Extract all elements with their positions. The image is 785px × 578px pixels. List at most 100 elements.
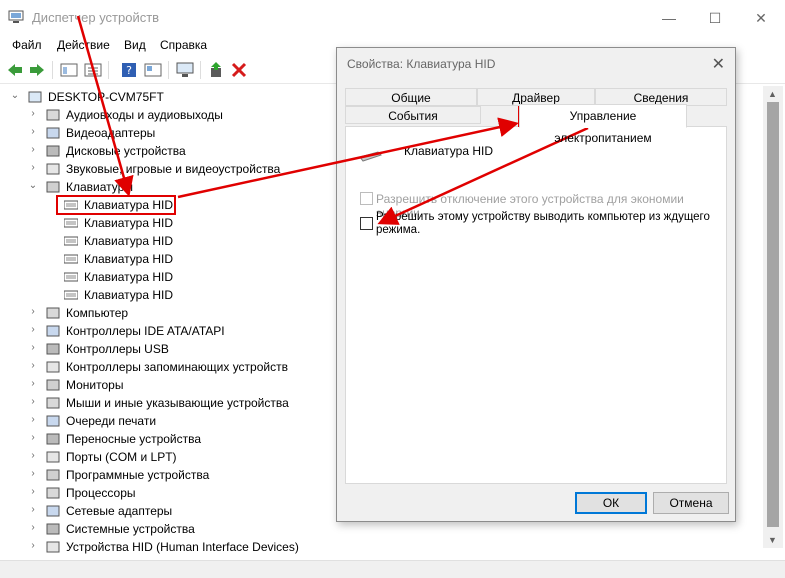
tab-general[interactable]: Общие	[345, 88, 477, 106]
device-manager-icon	[8, 10, 24, 23]
device-category-icon	[46, 343, 60, 355]
tree-item-label: Звуковые, игровые и видеоустройства	[66, 162, 281, 176]
tree-item-label: Дисковые устройства	[66, 144, 186, 158]
properties-view-icon[interactable]	[60, 62, 78, 78]
tree-item-label: Клавиатура HID	[84, 216, 173, 230]
list-view-icon[interactable]	[84, 62, 102, 78]
device-category-icon	[46, 523, 60, 535]
keyboard-icon	[64, 254, 78, 264]
ok-button[interactable]: ОК	[575, 492, 647, 514]
keyboard-icon	[64, 218, 78, 228]
tree-item-label: Программные устройства	[66, 468, 210, 482]
close-button[interactable]: ✕	[738, 0, 784, 36]
expand-chevron-icon[interactable]: ›	[28, 486, 38, 498]
expand-chevron-icon[interactable]: ›	[28, 378, 38, 390]
properties-dialog: Свойства: Клавиатура HID ✕ Общие Драйвер…	[336, 47, 736, 522]
expand-chevron-icon[interactable]: ›	[28, 522, 38, 534]
uninstall-device-icon[interactable]	[230, 62, 248, 78]
expand-chevron-icon[interactable]: ›	[28, 126, 38, 138]
tree-item-label: Клавиатура HID	[84, 198, 173, 212]
maximize-button[interactable]: ☐	[692, 0, 738, 36]
keyboard-icon	[64, 272, 78, 282]
scroll-down-arrow-icon[interactable]: ▼	[768, 535, 777, 545]
menu-view[interactable]: Вид	[124, 38, 146, 52]
device-category-icon	[46, 379, 60, 391]
tree-item-label: Порты (COM и LPT)	[66, 450, 177, 464]
tree-item-label: Клавиатура HID	[84, 270, 173, 284]
svg-text:?: ?	[126, 64, 132, 77]
expand-chevron-icon[interactable]: ›	[28, 324, 38, 336]
tab-events[interactable]: События	[345, 106, 481, 124]
expand-chevron-icon[interactable]: ›	[28, 108, 38, 120]
horizontal-scrollbar[interactable]	[0, 560, 785, 578]
device-category-icon	[46, 541, 60, 553]
scroll-up-arrow-icon[interactable]: ▲	[768, 89, 777, 99]
device-category-icon	[46, 505, 60, 517]
tree-item-label: Устройства HID (Human Interface Devices)	[66, 540, 299, 554]
menu-help[interactable]: Справка	[160, 38, 207, 52]
collapse-chevron-icon[interactable]: ⌄	[28, 180, 38, 192]
expand-chevron-icon[interactable]: ›	[28, 144, 38, 156]
tree-item-label: Клавиатура HID	[84, 288, 173, 302]
expand-chevron-icon[interactable]: ›	[28, 504, 38, 516]
expand-chevron-icon[interactable]: ›	[28, 450, 38, 462]
tree-item-label: Очереди печати	[66, 414, 157, 428]
device-category-icon	[46, 325, 60, 337]
cancel-button[interactable]: Отмена	[653, 492, 729, 514]
keyboard-icon	[64, 200, 78, 210]
tree-item-label: Контроллеры USB	[66, 342, 169, 356]
update-driver-icon[interactable]	[208, 62, 226, 78]
tree-item-label: Клавиатуры	[66, 180, 133, 194]
device-category-icon	[28, 91, 42, 103]
tree-item-label: Компьютер	[66, 306, 129, 320]
menu-action[interactable]: Действие	[57, 38, 110, 52]
keyboard-icon	[64, 290, 78, 300]
tree-item-label: Сетевые адаптеры	[66, 504, 173, 518]
device-category-icon	[46, 163, 60, 175]
keyboard-icon	[359, 151, 382, 162]
collapse-chevron-icon[interactable]: ⌄	[10, 90, 20, 102]
keyboard-icon	[64, 236, 78, 246]
expand-chevron-icon[interactable]: ›	[28, 540, 38, 552]
window-title: Диспетчер устройств	[32, 10, 160, 25]
tab-power-management[interactable]: Управление электропитанием	[519, 104, 687, 145]
dialog-close-icon[interactable]: ✕	[712, 54, 725, 74]
scrollbar-thumb[interactable]	[767, 102, 779, 527]
allow-power-off-checkbox[interactable]	[360, 192, 373, 205]
expand-chevron-icon[interactable]: ›	[28, 342, 38, 354]
expand-chevron-icon[interactable]: ›	[28, 360, 38, 372]
tree-item-label: Процессоры	[66, 486, 136, 500]
back-arrow-icon[interactable]	[6, 62, 24, 78]
expand-chevron-icon[interactable]: ›	[28, 162, 38, 174]
vertical-scrollbar[interactable]: ▲ ▼	[763, 86, 783, 548]
expand-chevron-icon[interactable]: ›	[28, 414, 38, 426]
expand-chevron-icon[interactable]: ›	[28, 306, 38, 318]
tree-item-label: Контроллеры IDE ATA/ATAPI	[66, 324, 225, 338]
allow-wake-label: Разрешить этому устройству выводить комп…	[376, 211, 710, 236]
tree-item-label: Аудиовходы и аудиовыходы	[66, 108, 223, 122]
device-name: Клавиатура HID	[404, 144, 493, 158]
tree-item-label: Системные устройства	[66, 522, 195, 536]
device-category-icon	[46, 109, 60, 121]
expand-chevron-icon[interactable]: ›	[28, 432, 38, 444]
minimize-button[interactable]: —	[646, 0, 692, 36]
expand-chevron-icon[interactable]: ›	[28, 468, 38, 480]
device-category-icon	[46, 361, 60, 373]
device-category-icon	[46, 127, 60, 139]
view-details-icon[interactable]	[144, 62, 162, 78]
allow-wake-checkbox[interactable]	[360, 217, 373, 230]
tree-category-after-12[interactable]: › Системные устройства	[0, 520, 400, 538]
tree-item-label: Мониторы	[66, 378, 124, 392]
tree-item-label: Мыши и иные указывающие устройства	[66, 396, 289, 410]
power-management-panel: Клавиатура HID Разрешить отключение этог…	[345, 126, 727, 484]
forward-arrow-icon[interactable]	[28, 62, 46, 78]
title-bar: Диспетчер устройств — ☐ ✕	[0, 0, 785, 36]
scan-hardware-icon[interactable]	[176, 62, 194, 78]
device-category-icon	[46, 415, 60, 427]
help-icon[interactable]: ?	[120, 62, 138, 78]
expand-chevron-icon[interactable]: ›	[28, 396, 38, 408]
tree-item-label: Переносные устройства	[66, 432, 202, 446]
device-category-icon	[46, 145, 60, 157]
tree-category-after-13[interactable]: › Устройства HID (Human Interface Devices…	[0, 538, 400, 554]
menu-file[interactable]: Файл	[12, 38, 42, 52]
